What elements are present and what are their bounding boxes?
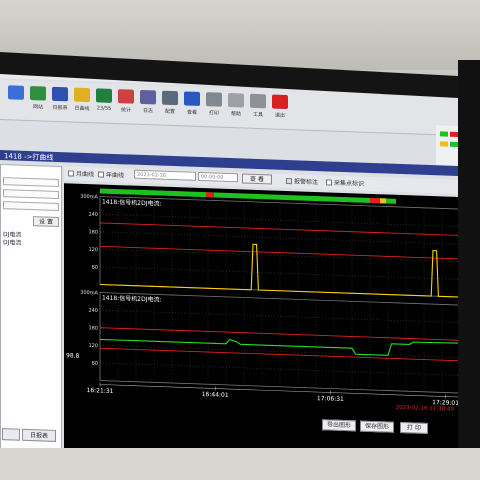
- toolbar-button[interactable]: 日曲线: [70, 85, 94, 120]
- y-tick-label: 300mA: [80, 194, 98, 201]
- y-tick-label: 240: [88, 212, 98, 218]
- toolbar-button[interactable]: 配置: [158, 89, 182, 124]
- tab-blank[interactable]: [2, 428, 20, 441]
- y-tick-label: 120: [88, 247, 98, 253]
- chart-title: 1418:信号机2DJ电流:: [102, 198, 162, 208]
- print-button[interactable]: 打 印: [400, 421, 428, 434]
- time-label: 16:44:01: [202, 391, 229, 399]
- cursor-time-label: 2023-02-16 17:38:49: [396, 405, 455, 413]
- monitor-icon: [8, 85, 24, 100]
- toolbar-button[interactable]: 退出: [268, 92, 292, 127]
- toolbar-button[interactable]: 帮助: [224, 91, 248, 126]
- y-tick-label: 120: [88, 343, 98, 349]
- network-icon: [30, 86, 46, 101]
- device-select[interactable]: [3, 201, 59, 212]
- export-chart-button[interactable]: 导出图形: [322, 419, 356, 432]
- desk-surface: [0, 448, 480, 480]
- save-chart-button[interactable]: 保存图形: [360, 420, 394, 433]
- y-tick-label: 240: [88, 308, 98, 314]
- exit-icon: [272, 94, 288, 110]
- help-icon: [228, 92, 244, 108]
- time-label: 16:21:31: [87, 387, 114, 395]
- status-strip-warning: [380, 198, 386, 204]
- tool-icon: [250, 93, 266, 109]
- print-icon: [206, 92, 222, 107]
- window-title: 1418 ->打曲线: [4, 152, 54, 162]
- monitor-bezel-right: [458, 60, 480, 480]
- toolbar-button[interactable]: 工具: [246, 92, 270, 127]
- chart-title: 1418:信号机2DJ电流:: [102, 294, 162, 304]
- graph-icon: [96, 88, 112, 103]
- y-tick-label: 180: [88, 229, 98, 235]
- y-tick-label: 60: [92, 265, 98, 271]
- toolbar-button[interactable]: 打印: [202, 90, 226, 125]
- y-tick-label: 60: [92, 361, 98, 367]
- view-button[interactable]: 查 看: [242, 173, 272, 185]
- grid-line: [100, 309, 460, 323]
- toolbar-button[interactable]: 网站: [26, 84, 50, 119]
- year-curve-option[interactable]: 年曲线: [98, 169, 124, 179]
- status-strip-alarm: [370, 197, 380, 204]
- stats-icon: [118, 89, 134, 104]
- status-led-icon: [440, 131, 448, 137]
- time-field[interactable]: 00:00:00: [198, 171, 238, 183]
- tab-daily-report[interactable]: 日报表: [22, 428, 56, 442]
- settings-button[interactable]: 设 置: [33, 216, 59, 228]
- toolbar-button[interactable]: 23/55: [92, 86, 116, 121]
- month-curve-option[interactable]: 月曲线: [68, 168, 94, 178]
- list-item[interactable]: DJ电流: [3, 237, 21, 247]
- time-label: 17:06:31: [317, 395, 344, 403]
- device-tree-panel: 设 置 DJ电流 DJ电流: [0, 164, 62, 457]
- alarm-led-icon: [450, 131, 458, 137]
- alarm-mark-checkbox[interactable]: 报警标注: [286, 176, 318, 186]
- report-icon: [52, 86, 68, 102]
- station-select[interactable]: [3, 177, 59, 188]
- status-strip-alarm: [206, 192, 214, 198]
- bottom-tabs: 日报表: [0, 428, 70, 444]
- warning-led-icon: [440, 141, 448, 147]
- device-type-select[interactable]: [3, 189, 59, 200]
- y-tick-label: 180: [88, 325, 98, 331]
- monitor-screen: 网站 日报表 日曲线 23/55 统计 日志 配置 查看 打印 帮助 工具 退出 1418 ->打曲线…: [0, 64, 468, 480]
- status-led-icon: [450, 141, 458, 147]
- toolbar-button[interactable]: 日报表: [48, 85, 72, 120]
- toolbar-label: 退出: [274, 112, 285, 119]
- log-icon: [140, 89, 156, 105]
- current-value-label: 98.8: [66, 352, 80, 359]
- curve-icon: [74, 87, 90, 103]
- toolbar-button[interactable]: 统计: [114, 87, 138, 122]
- config-icon: [162, 90, 178, 106]
- toolbar-button[interactable]: [4, 83, 28, 118]
- toolbar-button[interactable]: 日志: [136, 88, 160, 123]
- y-tick-label: 300mA: [80, 290, 98, 297]
- date-field[interactable]: 2023-02-16: [134, 169, 196, 181]
- grid-line: [100, 362, 460, 376]
- grid-line: [100, 266, 460, 280]
- view-icon: [184, 91, 200, 106]
- sample-mark-checkbox[interactable]: 采集点标识: [326, 177, 364, 188]
- toolbar-button[interactable]: 查看: [180, 89, 204, 124]
